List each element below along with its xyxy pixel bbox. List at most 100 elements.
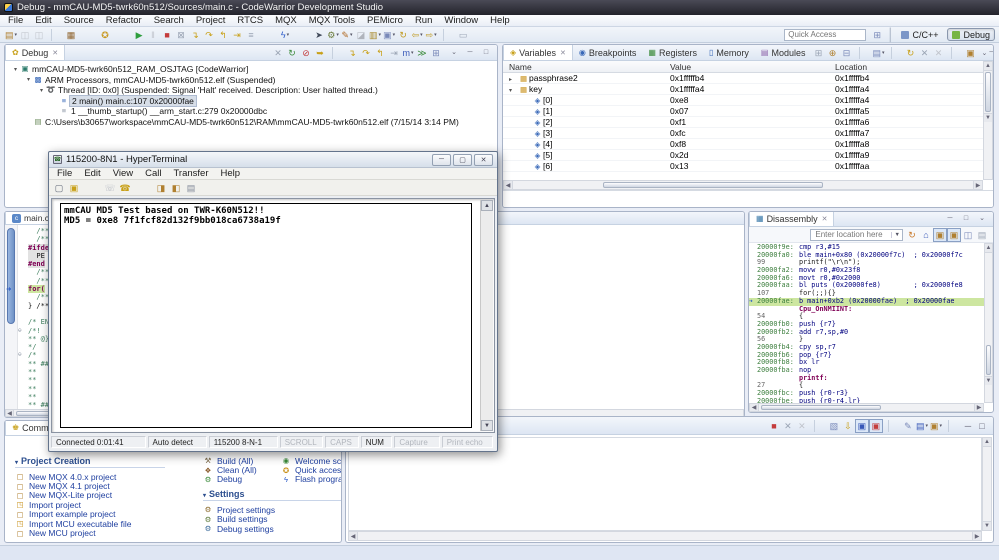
commander-link-new-mqx-4-0-x-project[interactable]: ▢ New MQX 4.0.x project (15, 472, 165, 482)
remove-all-icon[interactable]: ✕ (932, 46, 946, 60)
home-icon[interactable]: ⌂ (919, 228, 933, 242)
variable-row[interactable]: ◈ [5] 0x2d 0x1fffffa9 (503, 150, 983, 161)
menu-item-mqx-tools[interactable]: MQX Tools (303, 15, 361, 27)
ht-menu-item-call[interactable]: Call (139, 168, 167, 180)
section-collapse-icon[interactable]: ▾ (15, 460, 18, 466)
chevron-down-icon[interactable]: ▼ (890, 231, 900, 238)
disassembly-line[interactable]: Cpu_OnNMIINT: (749, 305, 984, 314)
tab-modules[interactable]: ▤ Modules (755, 45, 812, 60)
variable-row[interactable]: ◈ [2] 0xf1 0x1fffffa6 (503, 117, 983, 128)
ht-menu-item-edit[interactable]: Edit (78, 168, 106, 180)
edit-tool-icon[interactable]: ✎ ▾ (340, 28, 354, 42)
view-menu-icon[interactable]: ⌄ (975, 212, 989, 226)
run-config-icon[interactable]: ⚙ ▾ (326, 28, 340, 42)
column-header-location[interactable]: Location (835, 62, 867, 72)
properties-icon[interactable]: ▤ (184, 181, 198, 195)
last-edit-location-icon[interactable]: ↻ (396, 28, 410, 42)
commander-link-import-example-project[interactable]: ▢ Import example project (15, 509, 165, 519)
scroll-thumb[interactable] (986, 345, 991, 375)
menu-item-search[interactable]: Search (148, 15, 190, 27)
ht-menu-item-view[interactable]: View (107, 168, 139, 180)
instruction-stepping-icon[interactable]: ⇥ (230, 28, 244, 42)
save-icon[interactable]: ◫ (18, 28, 32, 42)
debug-tree-row[interactable]: ≡ 2 main() main.c:107 0x20000fae (7, 94, 497, 107)
tree-expander-icon[interactable]: ▾ (24, 76, 33, 83)
show-stderr-icon[interactable]: ▣ (868, 418, 883, 433)
ht-menu-item-file[interactable]: File (51, 168, 78, 180)
track-pc-icon[interactable]: ▣ (933, 227, 947, 242)
pin-editor-icon[interactable]: ▭ (456, 28, 470, 42)
new-connection-icon[interactable]: ▢ (52, 181, 66, 195)
variable-row[interactable]: ◈ [3] 0xfc 0x1fffffa7 (503, 128, 983, 139)
variable-row[interactable]: ◈ [4] 0xf8 0x1fffffa8 (503, 139, 983, 150)
tab-memory[interactable]: ▯ Memory (703, 45, 755, 60)
variables-vertical-scrollbar[interactable]: ▲ ▼ (983, 61, 993, 180)
commander-link-new-mqx-lite-project[interactable]: ▢ New MQX-Lite project (15, 490, 165, 500)
ht-menu-item-transfer[interactable]: Transfer (167, 168, 214, 180)
commander-link-build-settings[interactable]: ⚙ Build settings (203, 514, 341, 524)
view-menu-icon[interactable]: ⌄ (447, 46, 461, 60)
eraser-tool-icon[interactable]: ◪ (354, 28, 368, 42)
tab-disassembly[interactable]: ▦ Disassembly ✕ (749, 212, 835, 226)
send-file-icon[interactable]: ◨ (154, 181, 168, 195)
close-tab-icon[interactable]: ✕ (560, 49, 566, 57)
scroll-left-icon[interactable]: ◀ (504, 181, 513, 189)
terminal-screen[interactable]: mmCAU MD5 Test based on TWR-K60N512!! MD5… (60, 203, 472, 428)
ht-menu-item-help[interactable]: Help (215, 168, 247, 180)
disassembly-line[interactable]: 20000fb2: add r7,sp,#0 (749, 328, 984, 337)
hyperterminal-titlebar[interactable]: ☎ 115200-8N1 - HyperTerminal ─ ▢ ✕ (49, 152, 497, 168)
menu-item-pemicro[interactable]: PEMicro (361, 15, 409, 27)
display-selected-console-icon[interactable]: ▤ ▾ (915, 419, 929, 433)
copy-icon[interactable]: ◫ (961, 228, 975, 242)
scroll-left-icon[interactable]: ◀ (750, 404, 759, 411)
quick-access-input[interactable] (784, 28, 867, 41)
scroll-up-icon[interactable]: ▲ (481, 200, 493, 211)
variable-row[interactable]: ◈ [1] 0x07 0x1fffffa5 (503, 106, 983, 117)
step-into-icon[interactable]: ↴ (188, 28, 202, 42)
disassembly-line[interactable]: 20000fa0: ble main+0x80 (0x20000f7c) ; 0x… (749, 251, 984, 260)
menu-item-help[interactable]: Help (484, 15, 516, 27)
maximize-icon[interactable]: □ (975, 419, 989, 433)
maximize-icon[interactable]: □ (479, 46, 493, 60)
variable-row[interactable]: ◈ [6] 0x13 0x1fffffaa (503, 161, 983, 172)
menu-item-source[interactable]: Source (58, 15, 100, 27)
terminate-icon[interactable]: ■ (767, 419, 781, 433)
debug-configurations-icon[interactable]: ✪ (98, 28, 112, 42)
resume-icon[interactable]: ▶ (132, 28, 146, 42)
step-return-icon[interactable]: ↰ (373, 46, 387, 60)
section-collapse-icon[interactable]: ▾ (203, 493, 206, 499)
maximize-icon[interactable]: □ (959, 212, 973, 226)
tree-expander-icon[interactable]: ▾ (37, 87, 46, 94)
show-logical-structure-icon[interactable]: ⊕ (826, 46, 840, 60)
scroll-down-icon[interactable]: ▼ (481, 420, 493, 431)
hyperterminal-window[interactable]: ☎ 115200-8N1 - HyperTerminal ─ ▢ ✕ File Edi… (48, 151, 498, 452)
disassembly-vertical-scrollbar[interactable]: ▲ ▼ (984, 243, 993, 403)
minimize-icon[interactable]: ─ (961, 419, 975, 433)
drop-to-frame-icon[interactable]: ≡ (244, 28, 258, 42)
view-menu-icon[interactable]: ⌄ (982, 49, 988, 57)
instruction-stepping-icon[interactable]: ⇥ (387, 46, 401, 60)
call-disabled-icon[interactable]: ☏ (103, 181, 117, 195)
scroll-down-icon[interactable]: ▼ (985, 376, 992, 385)
scroll-up-icon[interactable]: ▲ (984, 62, 992, 71)
remove-all-terminated-icon[interactable]: ✕ (271, 46, 285, 60)
fold-collapse-icon[interactable]: ⊖ (18, 327, 22, 335)
select-tool-icon[interactable]: ➤ (312, 28, 326, 42)
tab-variables[interactable]: ◈ Variables ✕ (503, 45, 573, 60)
multicore-grouping-icon[interactable]: ⊞ (429, 46, 443, 60)
variables-horizontal-scrollbar[interactable]: ◀ ▶ (503, 180, 983, 190)
show-type-names-icon[interactable]: ⊞ (812, 46, 826, 60)
refresh-icon[interactable]: ↻ (905, 228, 919, 242)
open-console-icon[interactable]: ▣ ▾ (929, 419, 943, 433)
terminate-and-relaunch-icon[interactable]: ⊘ (299, 46, 313, 60)
debug-tree-row[interactable]: ▤ C:\Users\b30657\workspace\mmCAU-MD5-twr… (7, 117, 497, 128)
track-selection-icon[interactable]: ▣ (947, 227, 961, 242)
commander-link-import-mcu-executable-file[interactable]: ◳ Import MCU executable file (15, 519, 165, 529)
open-element-icon[interactable]: ▣ ▾ (382, 28, 396, 42)
debug-tree-row[interactable]: ▾ ▣ mmCAU-MD5-twrk60n512_RAM_OSJTAG [CodeW… (7, 64, 497, 75)
close-button[interactable]: ✕ (474, 153, 493, 166)
layout-icon[interactable]: ▤ ▾ (872, 46, 886, 60)
commander-link-welcome-screen[interactable]: ◉Welcome screen (281, 456, 341, 466)
scroll-thumb[interactable] (761, 405, 881, 410)
step-over-icon[interactable]: ↷ (202, 28, 216, 42)
